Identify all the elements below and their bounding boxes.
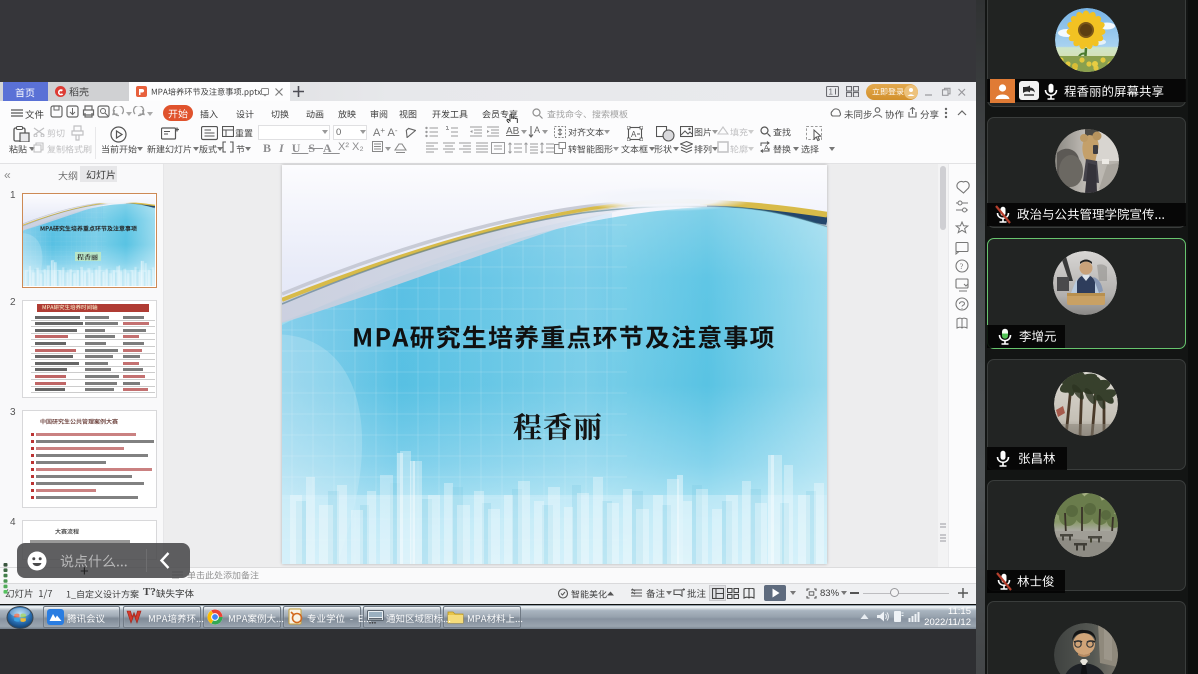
svg-text:1: 1 xyxy=(829,88,834,97)
svg-text:A: A xyxy=(534,125,540,135)
svg-text:A: A xyxy=(631,130,637,139)
svg-text:A: A xyxy=(764,145,769,152)
svg-text:?: ? xyxy=(960,262,964,271)
